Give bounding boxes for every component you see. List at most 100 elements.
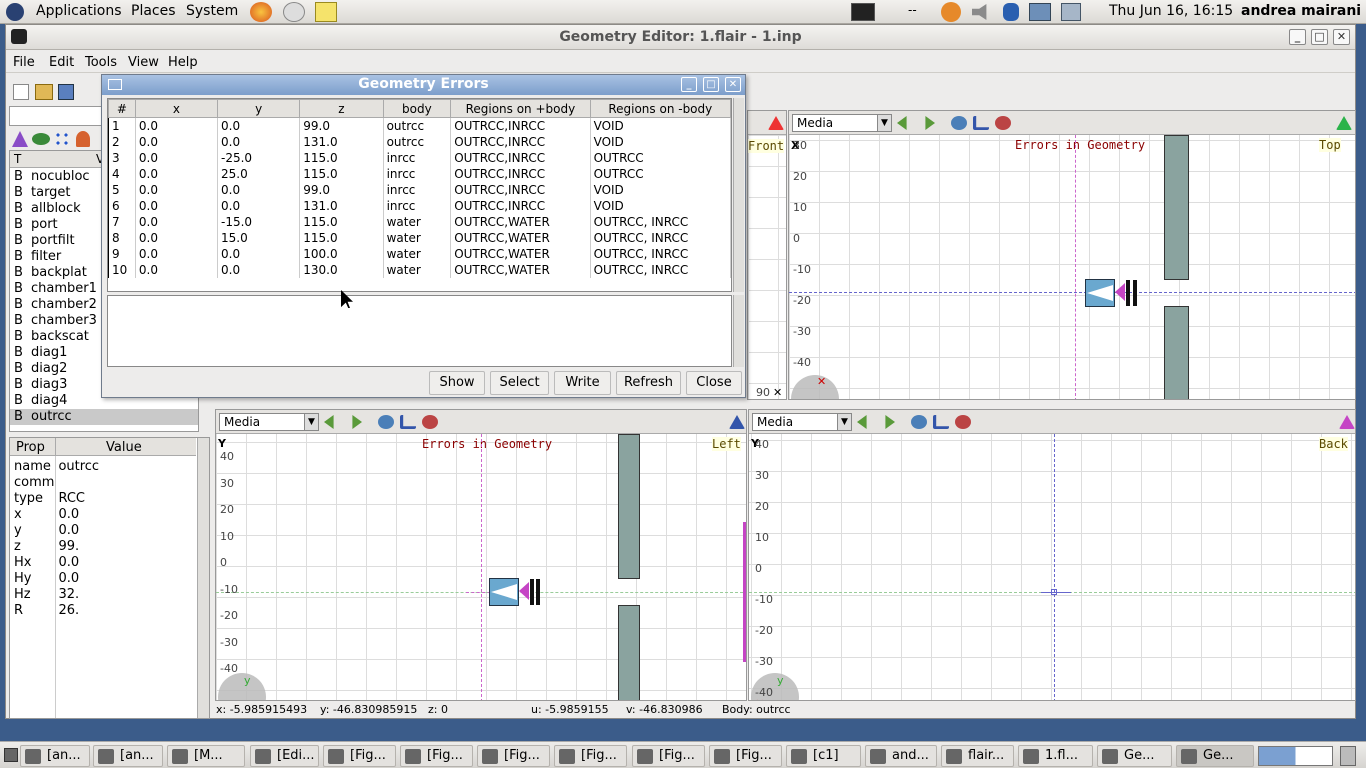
network-icon[interactable] <box>1029 3 1051 21</box>
error-row[interactable]: 5 0.0 0.0 99.0 inrcc OUTRCC,INRCC VOID <box>108 181 731 198</box>
error-row[interactable]: 7 0.0 -15.0 115.0 water OUTRCC,WATER OUTRCC, I… <box>108 213 731 230</box>
debug-bug-icon[interactable] <box>955 415 971 429</box>
places-menu[interactable]: Places <box>131 3 176 19</box>
new-file-icon[interactable] <box>13 84 29 100</box>
error-row[interactable]: 4 0.0 25.0 115.0 inrcc OUTRCC,INRCC OUTRCC <box>108 165 731 182</box>
refresh-button[interactable]: Refresh <box>616 371 681 395</box>
taskbar-button[interactable]: [c1] <box>786 745 861 767</box>
battery-icon[interactable] <box>1061 3 1081 21</box>
save-icon[interactable] <box>58 84 74 100</box>
errors-column-header[interactable]: x <box>134 99 219 118</box>
minimize-icon[interactable]: _ <box>1289 29 1306 45</box>
update-icon[interactable] <box>941 2 961 22</box>
taskbar-button[interactable]: [Fig... <box>323 745 396 767</box>
property-row[interactable]: z 99. <box>12 538 186 554</box>
workspace-switcher[interactable] <box>1258 746 1333 766</box>
taskbar-button[interactable]: Ge... <box>1176 745 1254 767</box>
dialog-minimize-icon[interactable]: _ <box>681 77 697 92</box>
error-row[interactable]: 2 0.0 0.0 131.0 outrcc OUTRCC,INRCC VOID <box>108 133 731 150</box>
front-viewport[interactable]: Front 90 ✕ <box>747 110 787 400</box>
taskbar-button[interactable]: [Fig... <box>709 745 782 767</box>
left-color-icon[interactable] <box>729 415 745 429</box>
zone-icon[interactable] <box>32 133 50 145</box>
file-menu[interactable]: File <box>13 55 35 70</box>
taskbar-button[interactable]: [Fig... <box>400 745 473 767</box>
property-row[interactable]: Hx 0.0 <box>12 554 186 570</box>
top-color-icon[interactable] <box>1336 116 1352 130</box>
body-list-item[interactable]: Boutrcc <box>10 409 198 425</box>
back-color-icon[interactable] <box>1339 415 1355 429</box>
debug-bug-icon[interactable] <box>995 116 1011 130</box>
dialog-maximize-icon[interactable]: □ <box>703 77 719 92</box>
refresh-view-icon[interactable] <box>911 415 927 429</box>
show-button[interactable]: Show <box>429 371 485 395</box>
errors-column-header[interactable]: y <box>216 99 301 118</box>
property-row[interactable]: comm <box>12 474 186 490</box>
taskbar-button[interactable]: [Edi... <box>250 745 319 767</box>
property-row[interactable]: Hy 0.0 <box>12 570 186 586</box>
system-menu[interactable]: System <box>186 3 238 19</box>
taskbar-button[interactable]: [M... <box>167 745 245 767</box>
debug-bug-icon[interactable] <box>422 415 438 429</box>
refresh-view-icon[interactable] <box>378 415 394 429</box>
details-scrollbar[interactable] <box>733 295 744 367</box>
errors-column-header[interactable]: Regions on -body <box>589 99 731 118</box>
property-row[interactable]: y 0.0 <box>12 522 186 538</box>
col-type-header[interactable]: T <box>14 152 21 166</box>
help-menu[interactable]: Help <box>168 55 198 70</box>
clock-launcher-icon[interactable] <box>283 2 305 22</box>
taskbar-button[interactable]: and... <box>865 745 937 767</box>
bluetooth-icon[interactable] <box>1003 3 1019 21</box>
taskbar-button[interactable]: flair... <box>941 745 1014 767</box>
back-viewport[interactable]: Media▼ Y Back ✕ y 403020100-10-20-30-40 … <box>748 409 1356 701</box>
errors-column-header[interactable]: z <box>299 99 384 118</box>
error-row[interactable]: 1 0.0 0.0 99.0 outrcc OUTRCC,INRCC VOID <box>108 117 731 134</box>
prev-arrow-icon[interactable] <box>324 415 334 429</box>
notes-launcher-icon[interactable] <box>315 2 337 22</box>
next-arrow-icon[interactable] <box>352 415 362 429</box>
axes-icon[interactable] <box>400 415 416 429</box>
property-row[interactable]: Hz 32. <box>12 586 186 602</box>
applications-menu[interactable]: Applications <box>36 3 122 19</box>
errors-column-header[interactable]: body <box>382 99 452 118</box>
axes-icon[interactable] <box>973 116 989 130</box>
taskbar-button[interactable]: [Fig... <box>632 745 705 767</box>
user-name[interactable]: andrea mairani <box>1241 3 1361 19</box>
properties-scrollbar[interactable] <box>197 438 209 718</box>
refresh-view-icon[interactable] <box>951 116 967 130</box>
volume-icon[interactable] <box>972 4 987 20</box>
axes-icon[interactable] <box>933 415 949 429</box>
property-row[interactable]: type RCC <box>12 490 186 506</box>
terminal-applet-icon[interactable] <box>851 3 875 21</box>
error-details-text[interactable] <box>107 295 732 367</box>
lattice-icon[interactable] <box>54 131 70 147</box>
errors-table-scrollbar[interactable] <box>733 98 744 292</box>
show-desktop-icon[interactable] <box>4 748 18 762</box>
select-button[interactable]: Select <box>490 371 549 395</box>
property-row[interactable]: x 0.0 <box>12 506 186 522</box>
media-select[interactable]: Media ▼ <box>792 114 892 132</box>
prop-header[interactable]: Prop <box>16 440 45 455</box>
firefox-launcher-icon[interactable] <box>250 2 272 22</box>
trash-icon[interactable] <box>1340 746 1356 766</box>
taskbar-button[interactable]: [an... <box>20 745 90 767</box>
errors-column-header[interactable]: Regions on +body <box>450 99 591 118</box>
window-titlebar[interactable]: Geometry Editor: 1.flair - 1.inp _ □ ✕ <box>6 25 1355 50</box>
property-row[interactable]: name outrcc <box>12 458 186 474</box>
pointer-icon[interactable] <box>76 131 90 147</box>
fedora-logo-icon[interactable] <box>6 3 24 21</box>
taskbar-button[interactable]: [Fig... <box>477 745 550 767</box>
tools-menu[interactable]: Tools <box>85 55 117 70</box>
taskbar-button[interactable]: [Fig... <box>554 745 627 767</box>
error-row[interactable]: 10 0.0 0.0 130.0 water OUTRCC,WATER OUTRCC, IN… <box>108 261 731 278</box>
top-viewport[interactable]: Media▼ X Errors in Geometry Top ✕ z 3020… <box>788 110 1356 400</box>
left-viewport[interactable]: Media▼ Y Errors in Geometry Left y z 403… <box>215 409 747 701</box>
value-header[interactable]: Value <box>106 440 142 455</box>
error-row[interactable]: 3 0.0 -25.0 115.0 inrcc OUTRCC,INRCC OUTRCC <box>108 149 731 166</box>
error-row[interactable]: 6 0.0 0.0 131.0 inrcc OUTRCC,INRCC VOID <box>108 197 731 214</box>
errors-column-header[interactable]: # <box>108 99 136 118</box>
front-color-icon[interactable] <box>768 116 784 130</box>
close-button[interactable]: Close <box>686 371 742 395</box>
triangle-body-icon[interactable] <box>12 131 28 147</box>
next-arrow-icon[interactable] <box>925 116 935 130</box>
